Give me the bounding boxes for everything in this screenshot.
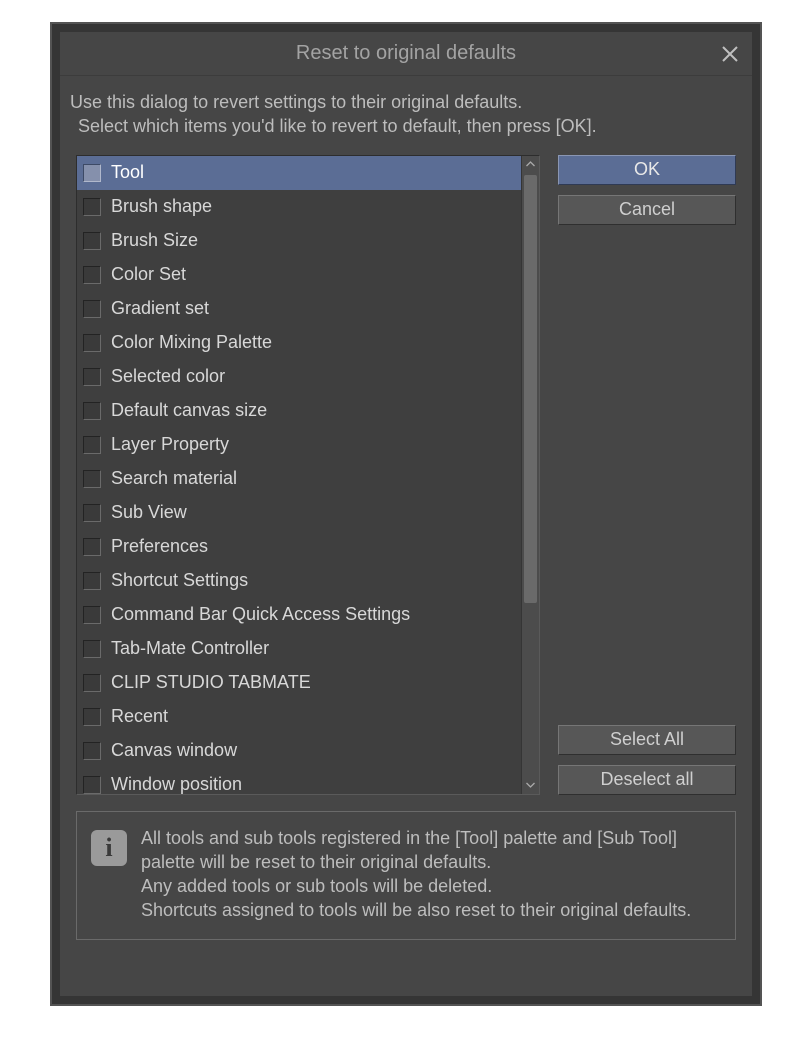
select-all-button[interactable]: Select All bbox=[558, 725, 736, 755]
list-item-label: Color Mixing Palette bbox=[111, 332, 272, 353]
info-panel: i All tools and sub tools registered in … bbox=[76, 811, 736, 940]
list-item[interactable]: Command Bar Quick Access Settings bbox=[77, 598, 521, 632]
list-item[interactable]: Window position bbox=[77, 768, 521, 794]
list-item[interactable]: Brush shape bbox=[77, 190, 521, 224]
info-line-2: Any added tools or sub tools will be del… bbox=[141, 874, 719, 898]
checkbox[interactable] bbox=[83, 164, 101, 182]
close-icon[interactable] bbox=[720, 44, 740, 64]
instruction-line-1: Use this dialog to revert settings to th… bbox=[70, 90, 736, 114]
list-item[interactable]: Layer Property bbox=[77, 428, 521, 462]
list-item[interactable]: Preferences bbox=[77, 530, 521, 564]
scroll-up-icon[interactable] bbox=[522, 156, 539, 173]
checkbox[interactable] bbox=[83, 776, 101, 794]
list-item-label: Command Bar Quick Access Settings bbox=[111, 604, 410, 625]
checkbox[interactable] bbox=[83, 198, 101, 216]
checkbox[interactable] bbox=[83, 300, 101, 318]
list-item-label: Canvas window bbox=[111, 740, 237, 761]
list-item-label: Shortcut Settings bbox=[111, 570, 248, 591]
checkbox[interactable] bbox=[83, 640, 101, 658]
list-item[interactable]: Brush Size bbox=[77, 224, 521, 258]
list-item-label: Color Set bbox=[111, 264, 186, 285]
list-item-label: Gradient set bbox=[111, 298, 209, 319]
list-item-label: Window position bbox=[111, 774, 242, 794]
checkbox[interactable] bbox=[83, 232, 101, 250]
deselect-all-button[interactable]: Deselect all bbox=[558, 765, 736, 795]
checkbox[interactable] bbox=[83, 572, 101, 590]
ok-button[interactable]: OK bbox=[558, 155, 736, 185]
scroll-down-icon[interactable] bbox=[522, 777, 539, 794]
checkbox[interactable] bbox=[83, 538, 101, 556]
list-item-label: Brush shape bbox=[111, 196, 212, 217]
list-item-label: Preferences bbox=[111, 536, 208, 557]
checkbox[interactable] bbox=[83, 708, 101, 726]
list-item-label: Tool bbox=[111, 162, 144, 183]
checkbox[interactable] bbox=[83, 334, 101, 352]
checkbox[interactable] bbox=[83, 742, 101, 760]
list-item[interactable]: Gradient set bbox=[77, 292, 521, 326]
info-line-1: All tools and sub tools registered in th… bbox=[141, 826, 719, 875]
list-item[interactable]: Canvas window bbox=[77, 734, 521, 768]
instruction-line-2: Select which items you'd like to revert … bbox=[70, 114, 736, 138]
checkbox[interactable] bbox=[83, 368, 101, 386]
list-item[interactable]: CLIP STUDIO TABMATE bbox=[77, 666, 521, 700]
list-item[interactable]: Tool bbox=[77, 156, 521, 190]
list-item-label: Selected color bbox=[111, 366, 225, 387]
list-item-label: Search material bbox=[111, 468, 237, 489]
scrollbar[interactable] bbox=[521, 156, 539, 794]
info-icon: i bbox=[91, 830, 127, 866]
list-item-label: Tab-Mate Controller bbox=[111, 638, 269, 659]
list-item[interactable]: Color Set bbox=[77, 258, 521, 292]
list-item-label: Default canvas size bbox=[111, 400, 267, 421]
dialog-instructions: Use this dialog to revert settings to th… bbox=[60, 76, 752, 155]
reset-defaults-dialog: Reset to original defaults Use this dial… bbox=[60, 32, 752, 996]
info-line-3: Shortcuts assigned to tools will be also… bbox=[141, 898, 719, 922]
dialog-side-buttons: OK Cancel Select All Deselect all bbox=[558, 155, 736, 795]
settings-list[interactable]: Tool Brush shape Brush Size Color Set Gradie… bbox=[77, 156, 521, 794]
checkbox[interactable] bbox=[83, 674, 101, 692]
checkbox[interactable] bbox=[83, 402, 101, 420]
checkbox[interactable] bbox=[83, 504, 101, 522]
scrollbar-thumb[interactable] bbox=[524, 175, 537, 603]
dialog-workarea: Tool Brush shape Brush Size Color Set Gradie… bbox=[60, 155, 752, 795]
checkbox[interactable] bbox=[83, 470, 101, 488]
list-item[interactable]: Recent bbox=[77, 700, 521, 734]
list-item-label: Layer Property bbox=[111, 434, 229, 455]
app-frame: Reset to original defaults Use this dial… bbox=[50, 22, 762, 1006]
info-text: All tools and sub tools registered in th… bbox=[141, 826, 719, 923]
scrollbar-track[interactable] bbox=[522, 173, 539, 777]
list-item-label: Recent bbox=[111, 706, 168, 727]
list-item[interactable]: Tab-Mate Controller bbox=[77, 632, 521, 666]
checkbox[interactable] bbox=[83, 606, 101, 624]
dialog-title: Reset to original defaults bbox=[296, 42, 516, 65]
list-item-label: CLIP STUDIO TABMATE bbox=[111, 672, 311, 693]
dialog-titlebar: Reset to original defaults bbox=[60, 32, 752, 76]
list-item-label: Brush Size bbox=[111, 230, 198, 251]
list-item[interactable]: Selected color bbox=[77, 360, 521, 394]
list-item[interactable]: Default canvas size bbox=[77, 394, 521, 428]
cancel-button[interactable]: Cancel bbox=[558, 195, 736, 225]
list-item[interactable]: Color Mixing Palette bbox=[77, 326, 521, 360]
list-item-label: Sub View bbox=[111, 502, 187, 523]
list-item[interactable]: Shortcut Settings bbox=[77, 564, 521, 598]
checkbox[interactable] bbox=[83, 266, 101, 284]
spacer bbox=[558, 225, 736, 725]
list-item[interactable]: Sub View bbox=[77, 496, 521, 530]
list-item[interactable]: Search material bbox=[77, 462, 521, 496]
checkbox[interactable] bbox=[83, 436, 101, 454]
settings-list-panel: Tool Brush shape Brush Size Color Set Gradie… bbox=[76, 155, 540, 795]
